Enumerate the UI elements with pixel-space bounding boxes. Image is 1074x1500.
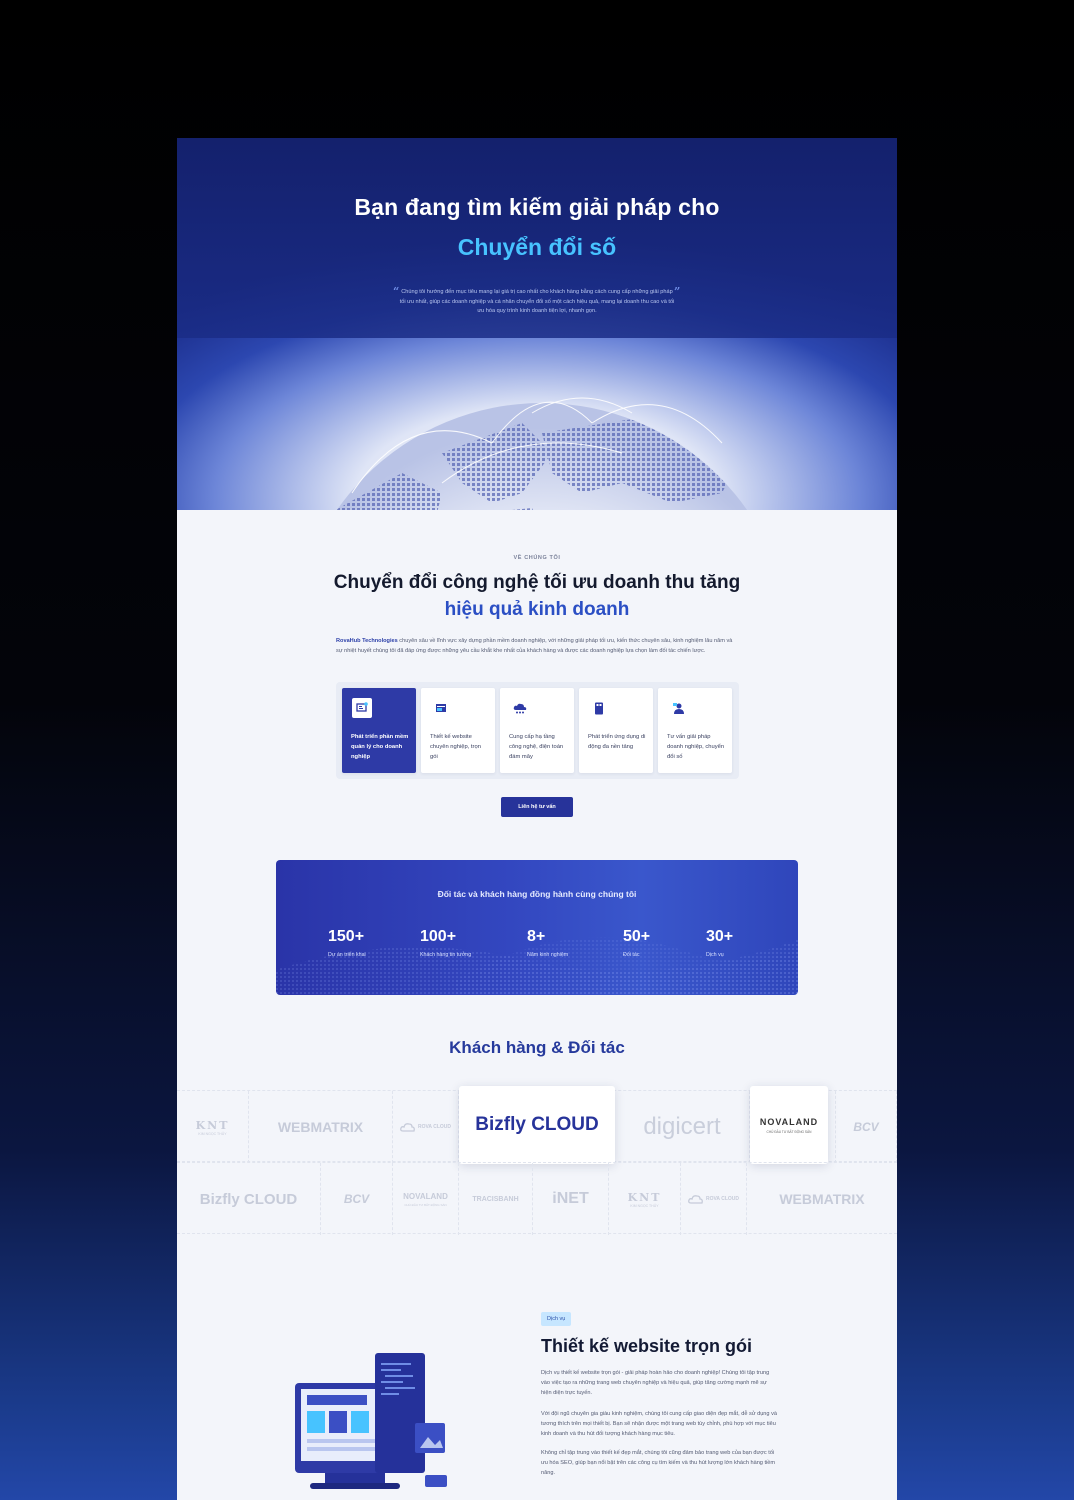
service-label: Phát triển phần mềm quản lý cho doanh ng… — [351, 734, 409, 761]
service-paragraph-3: Không chỉ tập trung vào thiết kế đẹp mắt… — [541, 1450, 776, 1476]
consult-icon — [668, 698, 688, 718]
stat-value: 30+ — [706, 928, 734, 945]
partner-logo-tracisbanh[interactable]: TRACISBANH — [459, 1163, 533, 1235]
hero-quote: Chúng tôi hướng đến mục tiêu mang lại gi… — [399, 289, 675, 314]
stat-customers: 100+ Khách hàng tin tưởng — [420, 928, 471, 958]
brand-name: RovaHub Technologies — [336, 638, 398, 644]
about-title-highlight: hiệu quả kinh doanh — [444, 599, 630, 620]
service-card-software[interactable]: Phát triển phần mềm quản lý cho doanh ng… — [342, 688, 416, 773]
contact-button[interactable]: Liên hệ tư vấn — [501, 797, 573, 817]
service-card-consult[interactable]: Tư vấn giải pháp doanh nghiệp, chuyển đổ… — [658, 688, 732, 773]
stat-label: Năm kinh nghiệm — [527, 952, 569, 958]
stat-label: Đối tác — [623, 952, 640, 958]
service-paragraph-1: Dịch vụ thiết kế website trọn gói - giải… — [541, 1370, 770, 1396]
service-label: Thiết kế website chuyên nghiệp, trọn gói — [430, 734, 481, 761]
dotted-globe-illustration — [312, 397, 748, 510]
partner-card-novaland[interactable]: NOVALAND CHỦ ĐẦU TƯ BẤT ĐỘNG SẢN — [750, 1086, 828, 1164]
about-paragraph: RovaHub Technologies chuyên sâu về lĩnh … — [336, 638, 733, 655]
software-icon — [352, 698, 372, 718]
partner-logo-digicert[interactable]: digicert — [615, 1091, 750, 1163]
service-label: Cung cấp hạ tầng công nghệ, điện toán đá… — [509, 734, 564, 761]
partners-title: Khách hàng & Đối tác — [449, 1038, 625, 1057]
cloud-logo-icon — [688, 1195, 703, 1204]
website-icon — [431, 698, 451, 718]
about-title: Chuyển đổi công nghệ tối ưu doanh thu tă… — [333, 572, 741, 593]
hero-section: Bạn đang tìm kiếm giải pháp cho Chuyển đ… — [177, 138, 897, 510]
partner-logo-rova-cloud[interactable]: ROVA CLOUD — [681, 1163, 747, 1235]
landing-page: Bạn đang tìm kiếm giải pháp cho Chuyển đ… — [177, 138, 897, 1500]
partner-logo-bcv[interactable]: BCV — [321, 1163, 393, 1235]
hero-title: Bạn đang tìm kiếm giải pháp cho — [354, 194, 720, 220]
stat-projects: 150+ Dự án triển khai — [328, 928, 366, 958]
stat-value: 100+ — [420, 928, 457, 945]
stat-label: Dự án triển khai — [328, 952, 366, 958]
stats-banner: Đối tác và khách hàng đồng hành cùng chú… — [276, 860, 798, 995]
about-kicker: VỀ CHÚNG TÔI — [513, 555, 561, 561]
partner-logo-webmatrix[interactable]: WEBMATRIX — [249, 1091, 393, 1163]
stat-partners: 50+ Đối tác — [623, 928, 650, 958]
partner-logo-knt[interactable]: KNT KIM NGỌC THỦY — [177, 1091, 249, 1163]
service-card-website[interactable]: Thiết kế website chuyên nghiệp, trọn gói — [421, 688, 495, 773]
partner-logo-bizfly-cloud[interactable]: Bizfly CLOUD — [177, 1163, 321, 1235]
cloud-icon — [510, 698, 530, 718]
service-title: Thiết kế website trọn gói — [541, 1336, 753, 1356]
stat-value: 50+ — [623, 928, 651, 945]
partner-logo-webmatrix[interactable]: WEBMATRIX — [747, 1163, 897, 1235]
service-card-mobile[interactable]: Phát triển ứng dụng di động đa nền tảng — [579, 688, 653, 773]
stat-value: 8+ — [527, 928, 546, 945]
website-design-illustration — [295, 1353, 447, 1489]
stats-title: Đối tác và khách hàng đồng hành cùng chú… — [437, 889, 637, 899]
partner-logo-novaland[interactable]: NOVALAND CHỦ ĐẦU TƯ BẤT ĐỘNG SẢN — [393, 1163, 459, 1235]
mobile-icon — [589, 698, 609, 718]
service-label: Tư vấn giải pháp doanh nghiệp, chuyển đổ… — [667, 734, 725, 761]
stat-label: Dịch vụ — [706, 952, 724, 958]
partner-logo-bcv[interactable]: BCV — [836, 1091, 897, 1163]
partner-card-bizfly-cloud[interactable]: Bizfly CLOUD — [459, 1086, 615, 1164]
service-paragraph-2: Với đội ngũ chuyên gia giàu kinh nghiệm,… — [541, 1411, 777, 1437]
stat-services: 30+ Dịch vụ — [706, 928, 733, 958]
stat-label: Khách hàng tin tưởng — [420, 952, 472, 958]
partner-logo-rova-cloud[interactable]: ROVA CLOUD — [393, 1091, 459, 1163]
stat-value: 150+ — [328, 928, 365, 945]
service-card-cloud[interactable]: Cung cấp hạ tầng công nghệ, điện toán đá… — [500, 688, 574, 773]
partner-row-2: Bizfly CLOUD BCV NOVALAND CHỦ ĐẦU TƯ BẤT… — [177, 1162, 897, 1235]
partner-logo-inet[interactable]: iNET — [533, 1163, 609, 1235]
service-label: Phát triển ứng dụng di động đa nền tảng — [588, 734, 646, 751]
service-tag: Dịch vụ — [541, 1312, 572, 1326]
hero-highlight: Chuyển đổi số — [457, 234, 617, 260]
service-list: Phát triển phần mềm quản lý cho doanh ng… — [336, 682, 739, 779]
cloud-logo-icon — [400, 1123, 415, 1132]
partner-logo-knt[interactable]: KNT KIM NGỌC THỦY — [609, 1163, 681, 1235]
stat-years: 8+ Năm kinh nghiệm — [527, 928, 568, 958]
